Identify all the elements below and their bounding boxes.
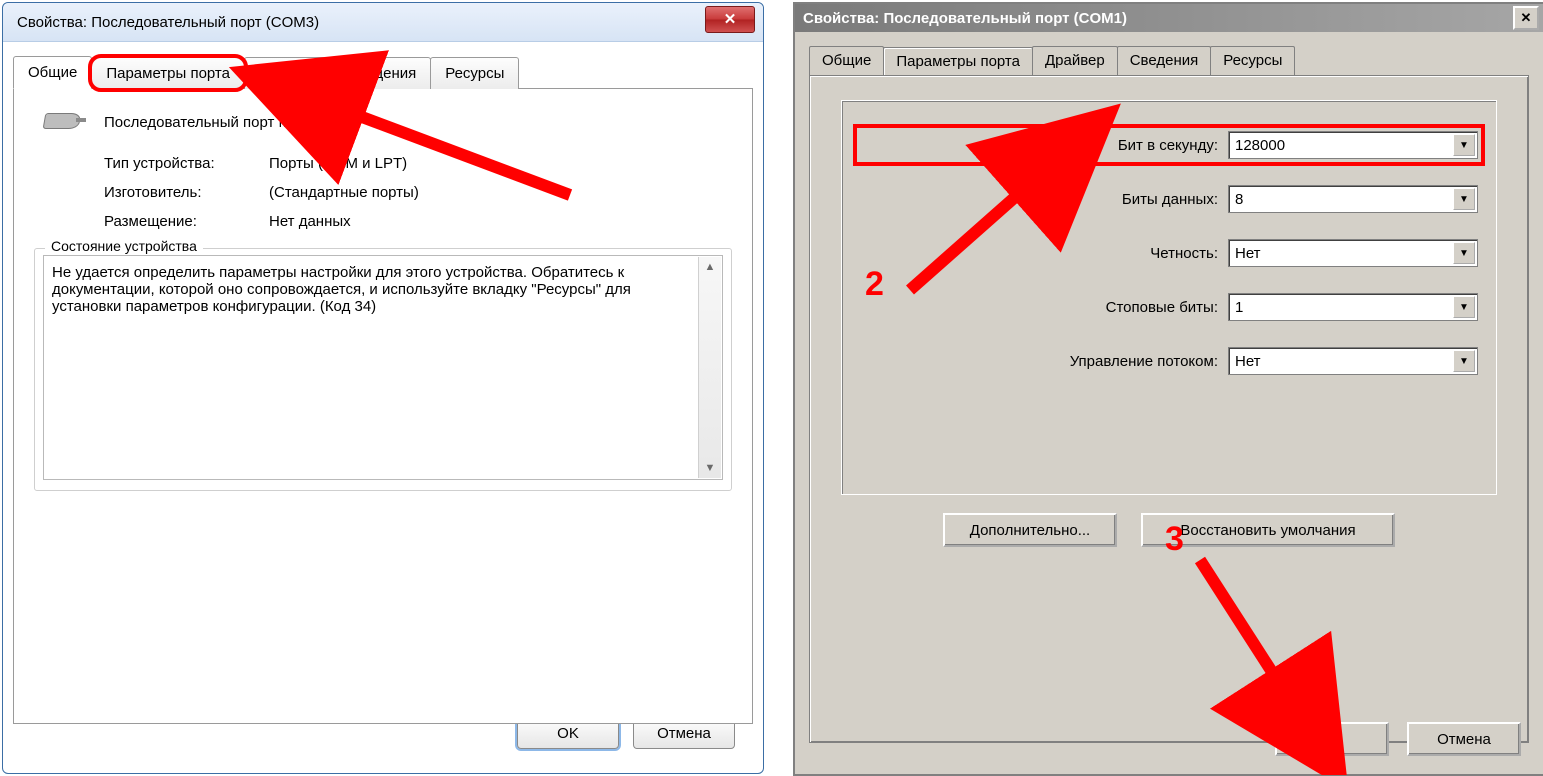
tab-details[interactable]: Сведения xyxy=(333,57,432,89)
bits-per-second-label: Бит в секунду: xyxy=(1118,137,1218,154)
tab-driver[interactable]: Драйвер xyxy=(244,57,334,89)
data-bits-select[interactable]: 8 ▼ xyxy=(1228,185,1478,213)
tabstrip: Общие Параметры порта Драйвер Сведения Р… xyxy=(13,51,753,89)
stop-bits-select[interactable]: 1 ▼ xyxy=(1228,293,1478,321)
close-button[interactable]: ✕ xyxy=(1513,6,1539,30)
tab-panel-port-params: Бит в секунду: 128000 ▼ Биты данных: 8 ▼… xyxy=(809,75,1529,743)
tabstrip: Общие Параметры порта Драйвер Сведения Р… xyxy=(809,46,1529,75)
device-type-label: Тип устройства: xyxy=(104,155,269,172)
device-info-grid: Тип устройства: Порты (COM и LPT) Изгото… xyxy=(104,155,732,230)
titlebar[interactable]: Свойства: Последовательный порт (COM3) ✕ xyxy=(3,3,763,42)
parity-select[interactable]: Нет ▼ xyxy=(1228,239,1478,267)
chevron-down-icon[interactable]: ▼ xyxy=(1453,134,1475,156)
annotation-number-2: 2 xyxy=(865,265,884,304)
stop-bits-row: Стоповые биты: 1 ▼ xyxy=(860,293,1478,321)
flow-control-label: Управление потоком: xyxy=(1070,353,1218,370)
parity-label: Четность: xyxy=(1150,245,1218,262)
scroll-down-icon[interactable]: ▼ xyxy=(699,458,721,478)
parity-row: Четность: Нет ▼ xyxy=(860,239,1478,267)
chevron-down-icon[interactable]: ▼ xyxy=(1453,350,1475,372)
tab-details[interactable]: Сведения xyxy=(1117,46,1212,75)
device-type-value: Порты (COM и LPT) xyxy=(269,155,407,172)
flow-control-row: Управление потоком: Нет ▼ xyxy=(860,347,1478,375)
chevron-down-icon[interactable]: ▼ xyxy=(1453,296,1475,318)
tab-general[interactable]: Общие xyxy=(809,46,884,75)
bits-per-second-select[interactable]: 128000 ▼ xyxy=(1228,131,1478,159)
status-scrollbar[interactable]: ▲ ▼ xyxy=(698,257,721,478)
tab-port-params[interactable]: Параметры порта xyxy=(883,47,1033,76)
properties-dialog-com1: Свойства: Последовательный порт (COM1) ✕… xyxy=(793,2,1543,776)
close-button[interactable]: ✕ xyxy=(705,6,755,33)
close-icon: ✕ xyxy=(724,12,737,27)
manufacturer-label: Изготовитель: xyxy=(104,184,269,201)
port-settings-group: Бит в секунду: 128000 ▼ Биты данных: 8 ▼… xyxy=(841,100,1497,495)
location-value: Нет данных xyxy=(269,213,351,230)
tab-port-params[interactable]: Параметры порта xyxy=(91,57,245,89)
advanced-button[interactable]: Дополнительно... xyxy=(943,513,1117,547)
tab-panel-general: Последовательный порт M3) Тип устройства… xyxy=(13,88,753,724)
device-status-legend: Состояние устройства xyxy=(45,238,203,254)
manufacturer-value: (Стандартные порты) xyxy=(269,184,419,201)
device-name: Последовательный порт M3) xyxy=(104,114,304,131)
scroll-up-icon[interactable]: ▲ xyxy=(699,257,721,277)
close-icon: ✕ xyxy=(1521,10,1532,26)
titlebar[interactable]: Свойства: Последовательный порт (COM1) ✕ xyxy=(795,4,1543,32)
data-bits-label: Биты данных: xyxy=(1122,191,1218,208)
tab-resources[interactable]: Ресурсы xyxy=(1210,46,1295,75)
data-bits-row: Биты данных: 8 ▼ xyxy=(860,185,1478,213)
tab-general[interactable]: Общие xyxy=(13,56,92,89)
window-title: Свойства: Последовательный порт (COM1) xyxy=(803,10,1513,27)
tab-resources[interactable]: Ресурсы xyxy=(430,57,519,89)
serial-port-icon xyxy=(42,107,84,137)
chevron-down-icon[interactable]: ▼ xyxy=(1453,188,1475,210)
ok-button[interactable]: OK xyxy=(1275,722,1389,756)
cancel-button[interactable]: Отмена xyxy=(1407,722,1521,756)
flow-control-select[interactable]: Нет ▼ xyxy=(1228,347,1478,375)
window-title: Свойства: Последовательный порт (COM3) xyxy=(17,14,705,31)
stop-bits-label: Стоповые биты: xyxy=(1106,299,1218,316)
properties-dialog-com3: Свойства: Последовательный порт (COM3) ✕… xyxy=(2,2,764,774)
bits-per-second-row: Бит в секунду: 128000 ▼ xyxy=(860,131,1478,159)
tab-driver[interactable]: Драйвер xyxy=(1032,46,1118,75)
device-status-text[interactable]: Не удается определить параметры настройк… xyxy=(43,255,723,480)
chevron-down-icon[interactable]: ▼ xyxy=(1453,242,1475,264)
annotation-number-3: 3 xyxy=(1165,520,1184,559)
location-label: Размещение: xyxy=(104,213,269,230)
device-status-group: Состояние устройства Не удается определи… xyxy=(34,248,732,491)
